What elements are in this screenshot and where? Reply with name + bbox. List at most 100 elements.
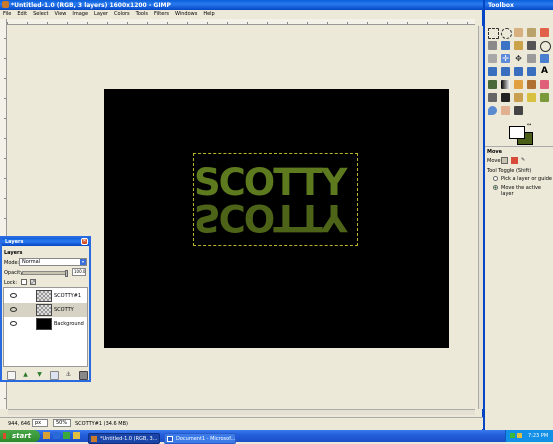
free-select-icon[interactable] <box>514 28 523 37</box>
raise-layer-icon[interactable]: ▲ <box>22 371 29 378</box>
menu-layer[interactable]: Layer <box>94 11 108 18</box>
new-layer-icon[interactable] <box>7 371 16 380</box>
layer-row-scotty[interactable]: SCOTTY <box>4 303 87 317</box>
menu-select[interactable]: Select <box>33 11 48 18</box>
blend-icon[interactable] <box>501 80 510 89</box>
layers-dialog-titlebar[interactable]: Layers ✕ <box>2 238 89 246</box>
pencil-icon[interactable] <box>514 80 523 89</box>
tray-icon-1[interactable] <box>510 433 515 438</box>
ellipse-select-icon[interactable] <box>501 28 512 39</box>
unit-select[interactable]: px <box>32 419 48 427</box>
menu-image[interactable]: Image <box>72 11 88 18</box>
zoom-value: 50% <box>56 420 68 426</box>
main-window-title: *Untitled-1.0 (RGB, 3 layers) 1600x1200 … <box>11 1 171 9</box>
tool-options: Move Move: ✎ Tool Toggle (Shift) Pick a … <box>487 149 553 199</box>
scissors-icon[interactable] <box>488 41 497 50</box>
opacity-input[interactable]: 100.0 <box>72 268 86 276</box>
move-layer-icon[interactable] <box>501 157 508 164</box>
crop-icon[interactable] <box>527 54 536 63</box>
menu-help[interactable]: Help <box>203 11 214 18</box>
zoom-select[interactable]: 50% <box>53 419 71 427</box>
menu-windows[interactable]: Windows <box>175 11 197 18</box>
zoom-icon[interactable] <box>540 41 551 52</box>
move-selection-icon[interactable] <box>511 157 518 164</box>
start-button[interactable]: start <box>0 430 40 442</box>
mode-select[interactable]: Normal ▾ <box>19 258 87 266</box>
menu-colors[interactable]: Colors <box>114 11 130 18</box>
rect-select-icon[interactable] <box>488 28 499 39</box>
menu-filters[interactable]: Filters <box>154 11 169 18</box>
clone-icon[interactable] <box>514 93 523 102</box>
taskbar-item-gimp[interactable]: *Untitled-1.0 (RGB, 3... <box>88 433 160 444</box>
move-path-icon[interactable]: ✎ <box>521 157 528 164</box>
quicklaunch-icon-4[interactable] <box>73 432 80 439</box>
dodge-burn-icon[interactable] <box>514 106 523 115</box>
bucket-fill-icon[interactable] <box>488 80 497 89</box>
mode-value: Normal <box>22 259 41 265</box>
foreground-select-icon[interactable] <box>501 41 510 50</box>
tool-grid: ✛ ✥ A <box>488 28 552 124</box>
toolbox-titlebar[interactable]: Toolbox <box>485 0 553 10</box>
eye-icon[interactable] <box>10 293 17 298</box>
blur-icon[interactable] <box>488 106 497 115</box>
layer-row-scotty-1[interactable]: SCOTTY#1 <box>4 289 87 303</box>
color-select-icon[interactable] <box>540 28 549 37</box>
layer-row-background[interactable]: Background <box>4 317 87 331</box>
close-icon[interactable]: ✕ <box>81 238 88 245</box>
perspective-icon[interactable] <box>514 67 523 76</box>
measure-icon[interactable] <box>488 54 497 63</box>
delete-layer-icon[interactable] <box>79 371 88 380</box>
menu-file[interactable]: File <box>3 11 11 18</box>
menu-tools[interactable]: Tools <box>136 11 148 18</box>
eraser-icon[interactable] <box>540 80 549 89</box>
gimp-task-icon <box>91 436 97 442</box>
flip-icon[interactable] <box>527 67 536 76</box>
text-icon[interactable]: A <box>540 67 549 76</box>
menu-view[interactable]: View <box>55 11 67 18</box>
radio-move-active-layer[interactable] <box>493 185 498 190</box>
tray-icon-2[interactable] <box>517 433 522 438</box>
scale-icon[interactable] <box>488 67 497 76</box>
smudge-icon[interactable] <box>501 106 510 115</box>
menu-edit[interactable]: Edit <box>17 11 27 18</box>
fuzzy-select-icon[interactable] <box>527 28 536 37</box>
taskbar-item-gimp-label: *Untitled-1.0 (RGB, 3... <box>100 435 158 442</box>
swap-colors-icon[interactable]: ↔ <box>527 122 531 128</box>
image-canvas[interactable]: SCOTTY SCOTTY <box>104 89 449 348</box>
eye-icon[interactable] <box>10 321 17 326</box>
main-window-titlebar[interactable]: *Untitled-1.0 (RGB, 3 layers) 1600x1200 … <box>0 0 483 10</box>
paintbrush-icon[interactable] <box>527 80 536 89</box>
layer-name: SCOTTY <box>54 307 74 313</box>
opacity-slider-handle[interactable] <box>65 270 68 277</box>
radio-pick-layer[interactable] <box>493 176 498 181</box>
lock-alpha-checkbox[interactable] <box>21 279 27 285</box>
align-icon[interactable]: ✥ <box>514 54 523 63</box>
tool-options-name: Move <box>487 149 503 155</box>
eye-icon[interactable] <box>10 307 17 312</box>
quicklaunch-icon-1[interactable] <box>43 432 50 439</box>
layer-name: Background <box>54 321 84 327</box>
option-pick-layer: Pick a layer or guide <box>501 176 553 182</box>
ink-icon[interactable] <box>501 93 510 102</box>
opacity-slider[interactable] <box>22 270 68 277</box>
layers-header: Layers <box>4 250 23 256</box>
quicklaunch-icon-2[interactable] <box>53 432 60 439</box>
lower-layer-icon[interactable]: ▼ <box>36 371 43 378</box>
color-picker-icon[interactable] <box>527 41 536 50</box>
rotate-icon[interactable] <box>540 54 549 63</box>
anchor-layer-icon[interactable]: ⚓ <box>65 371 72 378</box>
heal-icon[interactable] <box>527 93 536 102</box>
quicklaunch-icon-3[interactable] <box>63 432 70 439</box>
move-icon[interactable]: ✛ <box>501 54 510 63</box>
airbrush-icon[interactable] <box>488 93 497 102</box>
layer-thumbnail <box>36 290 52 302</box>
perspective-clone-icon[interactable] <box>540 93 549 102</box>
horizontal-scrollbar[interactable] <box>8 409 475 415</box>
menubar: File Edit Select View Image Layer Colors… <box>3 11 221 18</box>
paths-icon[interactable] <box>514 41 523 50</box>
taskbar-item-word[interactable]: Document1 - Microsof... <box>164 433 236 444</box>
foreground-color-swatch[interactable] <box>509 126 525 139</box>
duplicate-layer-icon[interactable] <box>50 371 59 380</box>
option-move-active-layer: Move the active layer <box>501 185 541 197</box>
shear-icon[interactable] <box>501 67 510 76</box>
